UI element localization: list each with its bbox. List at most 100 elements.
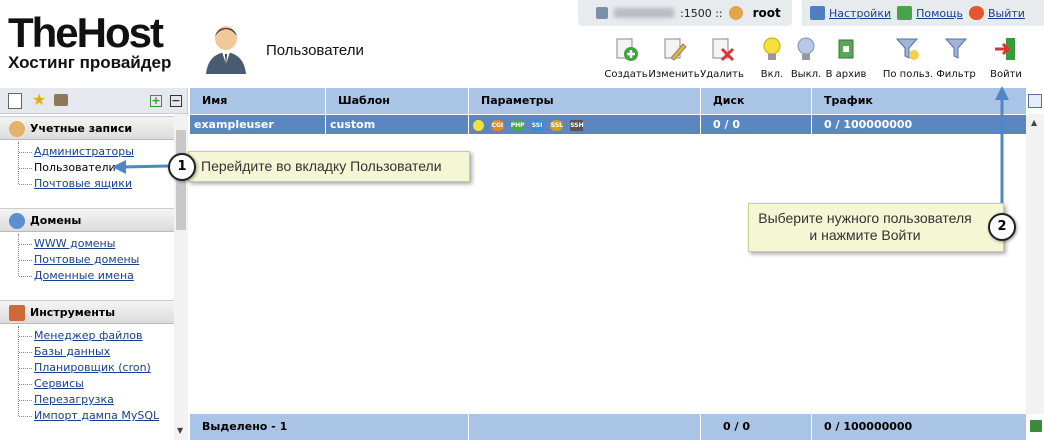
tree-branch [19, 276, 32, 277]
top-menu: Настройки Помощь Выйти [802, 0, 1044, 26]
server-address-blurred [614, 8, 674, 18]
sidebar-item-cron[interactable]: Планировщик (cron) [34, 361, 151, 374]
excel-export-icon[interactable] [1030, 420, 1042, 432]
app-window: :1500 :: root Настройки Помощь Выйти The… [0, 0, 1044, 440]
delete-icon [712, 38, 735, 62]
column-header-disk[interactable]: Диск [701, 88, 812, 114]
briefcase-icon[interactable] [54, 94, 68, 106]
sidebar-item-mail-domains[interactable]: Почтовые домены [34, 253, 139, 266]
filter-by-user-label: По польз. [882, 69, 934, 80]
edit-icon [664, 38, 687, 61]
table-header: Имя Шаблон Параметры Диск Трафик [190, 88, 1026, 114]
create-button[interactable]: Создать [600, 36, 652, 80]
server-icon [596, 7, 608, 19]
tree-line [18, 326, 19, 416]
expand-all-icon[interactable]: + [150, 95, 162, 107]
footer-params [469, 414, 701, 440]
archive-button[interactable]: В архив [820, 36, 872, 80]
filter-button[interactable]: Фильтр [930, 36, 982, 80]
create-label: Создать [604, 69, 648, 80]
callout-2-line2: и нажмите Войти [809, 227, 921, 243]
table-settings-icon[interactable] [1028, 94, 1042, 108]
section-title: Учетные записи [30, 121, 133, 135]
footer-disk: 0 / 0 [701, 414, 812, 440]
column-header-traffic[interactable]: Трафик [812, 88, 1026, 114]
logout-link[interactable]: Выйти [969, 6, 1025, 20]
tree-branch [19, 400, 32, 401]
login-label: Войти [990, 69, 1022, 80]
tree-branch [19, 368, 32, 369]
bulb-on-icon [473, 119, 484, 131]
cell-template: custom [326, 115, 469, 134]
sidebar-item-file-manager[interactable]: Менеджер файлов [34, 329, 143, 342]
login-icon [995, 38, 1015, 60]
delete-button[interactable]: Удалить [696, 36, 748, 80]
cell-traffic: 0 / 100000000 [824, 118, 913, 131]
archive-icon [838, 39, 854, 59]
edit-label: Изменить [648, 69, 700, 80]
collapse-all-icon[interactable]: − [170, 95, 182, 107]
sidebar-item-mysql-import[interactable]: Импорт дампа MySQL [34, 409, 159, 422]
callout-1-number: 1 [168, 153, 196, 181]
table-scrollbar[interactable]: ▲ [1026, 114, 1044, 414]
filter-icon [944, 38, 968, 59]
sidebar-item-administrators[interactable]: Администраторы [34, 145, 134, 158]
logout-label: Выйти [988, 6, 1025, 20]
column-header-name[interactable]: Имя [190, 88, 326, 114]
server-port: :1500 :: [680, 6, 723, 20]
filter-by-user-button[interactable]: По польз. [882, 36, 934, 80]
tree-branch [19, 260, 32, 261]
top-bar: :1500 :: root Настройки Помощь Выйти [578, 0, 1044, 26]
sidebar-section-domains[interactable]: Домены [0, 208, 174, 232]
section-title: Инструменты [30, 305, 116, 319]
logo: TheHost Хостинг провайдер [8, 12, 171, 72]
delete-label: Удалить [700, 69, 744, 80]
sidebar-item-users[interactable]: Пользователи [34, 161, 116, 174]
sidebar-item-databases[interactable]: Базы данных [34, 345, 110, 358]
create-icon [616, 38, 638, 61]
users-page-icon [206, 26, 246, 74]
ssl-badge: SSL [550, 119, 564, 131]
list-view-icon[interactable] [8, 93, 22, 109]
tree-branch [19, 244, 32, 245]
edit-button[interactable]: Изменить [648, 36, 700, 80]
cell-disk: 0 / 0 [701, 115, 812, 134]
scroll-up-icon[interactable]: ▲ [1031, 118, 1037, 127]
ssi-badge: SSI [530, 119, 544, 131]
table-row[interactable]: exampleuser custom CGI PHP SSI SSL SSH 0… [190, 115, 1026, 134]
callout-2-line1: Выберите нужного пользователя [758, 210, 972, 226]
help-link[interactable]: Помощь [897, 6, 963, 20]
sidebar-item-www-domains[interactable]: WWW домены [34, 237, 115, 250]
section-title: Домены [30, 213, 82, 227]
accounts-icon [9, 121, 25, 137]
user-icon [728, 6, 743, 20]
callout-1: Перейдите во вкладку Пользователи [188, 151, 470, 182]
column-header-template[interactable]: Шаблон [326, 88, 469, 114]
callout-1-text: Перейдите во вкладку Пользователи [201, 158, 442, 174]
bulb-off-icon [797, 37, 815, 60]
sidebar-item-reboot[interactable]: Перезагрузка [34, 393, 114, 406]
scroll-down-icon[interactable]: ▼ [177, 426, 183, 435]
ssh-badge: SSH [570, 119, 584, 131]
help-icon [897, 6, 913, 20]
tree-branch [19, 384, 32, 385]
login-button[interactable]: Войти [980, 36, 1032, 80]
cell-params: CGI PHP SSI SSL SSH [469, 115, 701, 134]
archive-label: В архив [825, 69, 867, 80]
page-title: Пользователи [266, 42, 364, 59]
settings-icon [810, 6, 825, 20]
filter-label: Фильтр [936, 69, 976, 80]
sidebar-section-accounts[interactable]: Учетные записи [0, 116, 174, 140]
sidebar-section-tools[interactable]: Инструменты [0, 300, 174, 324]
sidebar-item-services[interactable]: Сервисы [34, 377, 84, 390]
tools-icon [9, 305, 25, 321]
settings-link[interactable]: Настройки [810, 6, 891, 20]
server-info: :1500 :: root [578, 0, 792, 26]
sidebar-item-mailboxes[interactable]: Почтовые ящики [34, 177, 132, 190]
tree-branch [19, 336, 32, 337]
callout-2-number: 2 [988, 213, 1016, 241]
sidebar-item-domain-names[interactable]: Доменные имена [34, 269, 134, 282]
php-badge: PHP [510, 119, 525, 131]
column-header-params[interactable]: Параметры [469, 88, 701, 114]
favorites-icon[interactable]: ★ [32, 90, 46, 109]
